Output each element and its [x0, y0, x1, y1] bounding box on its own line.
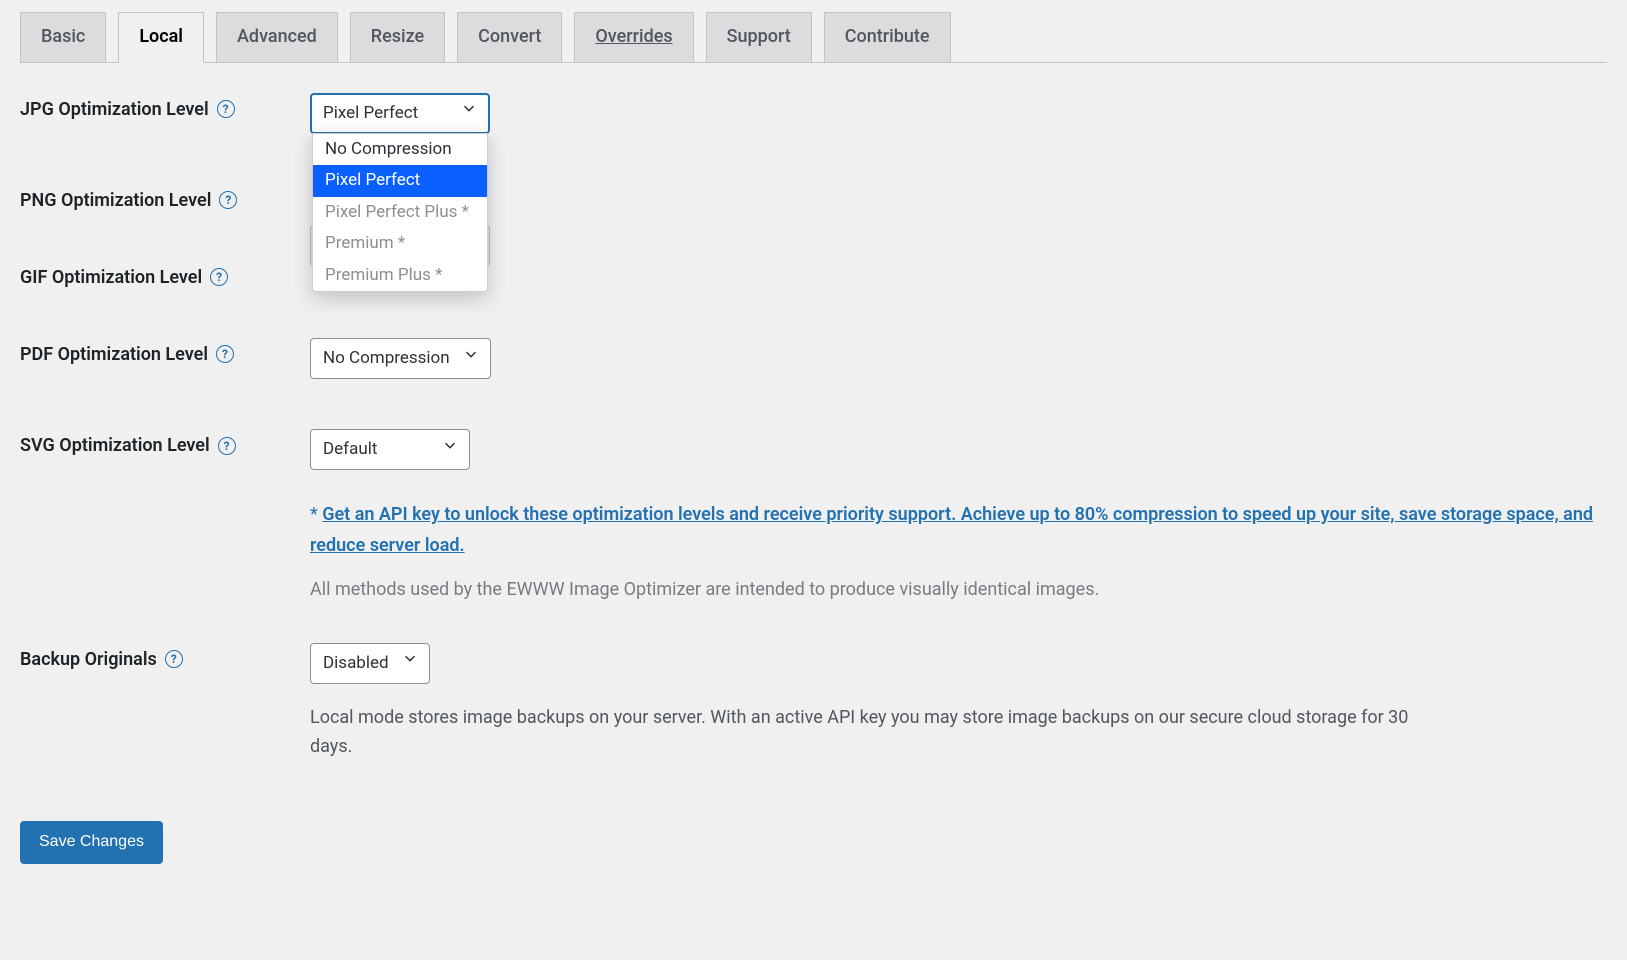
pdf-level-value: No Compression	[323, 348, 450, 368]
settings-tabs: Basic Local Advanced Resize Convert Over…	[20, 0, 1607, 63]
tab-convert[interactable]: Convert	[457, 12, 562, 62]
tab-basic[interactable]: Basic	[20, 12, 106, 62]
methods-note: All methods used by the EWWW Image Optim…	[310, 576, 1607, 603]
chevron-down-icon	[441, 436, 459, 463]
gif-level-label: GIF Optimization Level	[20, 267, 202, 288]
save-changes-button[interactable]: Save Changes	[20, 821, 163, 864]
png-level-label: PNG Optimization Level	[20, 190, 211, 211]
chevron-down-icon	[462, 345, 480, 372]
backup-select[interactable]: Disabled	[310, 643, 430, 684]
tab-local[interactable]: Local	[118, 12, 204, 63]
api-key-link[interactable]: Get an API key to unlock these optimizat…	[310, 504, 1593, 556]
chevron-down-icon	[401, 650, 419, 677]
chevron-down-icon	[460, 100, 478, 127]
svg-level-select[interactable]: Default	[310, 429, 470, 470]
backup-description: Local mode stores image backups on your …	[310, 704, 1410, 762]
svg-level-label: SVG Optimization Level	[20, 435, 210, 456]
backup-value: Disabled	[323, 653, 389, 673]
help-icon[interactable]: ?	[210, 268, 228, 286]
option-no-compression[interactable]: No Compression	[313, 134, 487, 166]
help-icon[interactable]: ?	[217, 100, 235, 118]
tab-resize[interactable]: Resize	[350, 12, 445, 62]
option-premium-plus[interactable]: Premium Plus *	[313, 260, 487, 292]
help-icon[interactable]: ?	[219, 191, 237, 209]
asterisk-prefix: *	[310, 504, 322, 525]
jpg-level-select[interactable]: Pixel Perfect No Compression Pixel Perfe…	[310, 93, 490, 134]
tab-support[interactable]: Support	[706, 12, 812, 62]
jpg-level-label: JPG Optimization Level	[20, 99, 209, 120]
jpg-level-dropdown: No Compression Pixel Perfect Pixel Perfe…	[312, 133, 488, 293]
tab-contribute[interactable]: Contribute	[824, 12, 951, 62]
tab-overrides[interactable]: Overrides	[574, 12, 693, 62]
backup-label: Backup Originals	[20, 649, 157, 670]
option-premium[interactable]: Premium *	[313, 228, 487, 260]
help-icon[interactable]: ?	[165, 650, 183, 668]
pdf-level-label: PDF Optimization Level	[20, 344, 208, 365]
jpg-level-value: Pixel Perfect	[323, 103, 418, 123]
help-icon[interactable]: ?	[216, 345, 234, 363]
option-pixel-perfect-plus[interactable]: Pixel Perfect Plus *	[313, 197, 487, 229]
svg-level-value: Default	[323, 439, 377, 459]
help-icon[interactable]: ?	[218, 437, 236, 455]
pdf-level-select[interactable]: No Compression	[310, 338, 491, 379]
option-pixel-perfect[interactable]: Pixel Perfect	[313, 165, 487, 197]
tab-advanced[interactable]: Advanced	[216, 12, 338, 62]
